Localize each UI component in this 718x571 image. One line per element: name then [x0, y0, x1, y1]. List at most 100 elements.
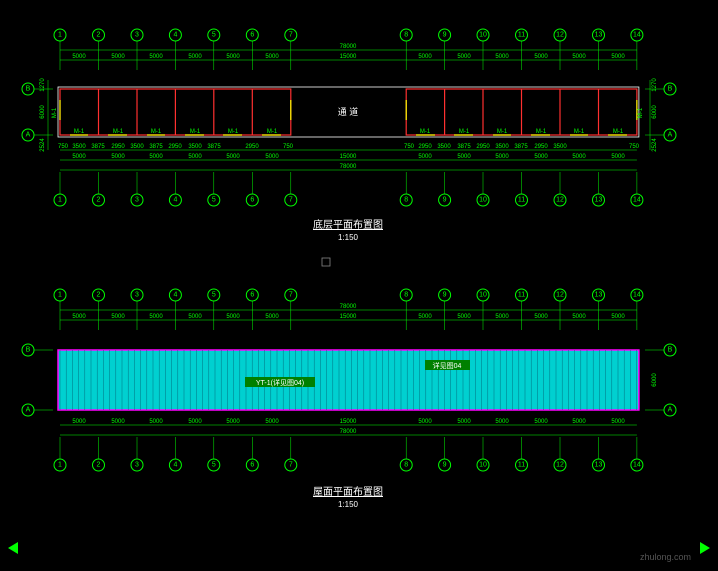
svg-text:78000: 78000: [340, 44, 357, 50]
svg-text:3875: 3875: [514, 144, 528, 150]
svg-text:M-1: M-1: [267, 129, 278, 135]
svg-text:5000: 5000: [611, 314, 625, 320]
arrow-right-icon[interactable]: [700, 542, 710, 554]
svg-text:14: 14: [633, 32, 641, 39]
svg-text:11: 11: [518, 32, 525, 39]
svg-text:2950: 2950: [476, 144, 490, 150]
svg-text:11: 11: [518, 462, 525, 469]
svg-text:B: B: [668, 347, 673, 354]
svg-text:5000: 5000: [457, 419, 471, 425]
svg-text:3500: 3500: [495, 144, 509, 150]
svg-text:6000: 6000: [652, 105, 658, 119]
svg-text:3875: 3875: [149, 144, 163, 150]
svg-text:3500: 3500: [553, 144, 567, 150]
svg-text:6: 6: [250, 32, 254, 39]
passage-label: 通 道: [338, 106, 359, 117]
svg-text:9: 9: [443, 292, 447, 299]
svg-text:M-1: M-1: [113, 129, 124, 135]
svg-text:5000: 5000: [265, 154, 279, 160]
svg-text:3875: 3875: [91, 144, 105, 150]
plan1-title: 底层平面布置图: [313, 218, 383, 231]
plan2-scale: 1:150: [338, 500, 359, 509]
svg-text:5000: 5000: [418, 54, 432, 60]
svg-text:8: 8: [404, 462, 408, 469]
svg-text:6: 6: [250, 197, 254, 204]
svg-text:B: B: [26, 347, 31, 354]
svg-text:M-1: M-1: [190, 129, 201, 135]
svg-text:5000: 5000: [188, 154, 202, 160]
svg-text:78000: 78000: [340, 164, 357, 170]
svg-text:14: 14: [633, 462, 641, 469]
svg-text:10: 10: [479, 292, 487, 299]
svg-text:10: 10: [479, 197, 487, 204]
svg-text:5000: 5000: [72, 154, 86, 160]
svg-text:5000: 5000: [534, 154, 548, 160]
svg-text:3875: 3875: [207, 144, 221, 150]
svg-text:1: 1: [58, 292, 62, 299]
svg-text:A: A: [26, 132, 31, 139]
svg-text:M-1: M-1: [497, 129, 508, 135]
right-rooms: M-1: [406, 89, 644, 135]
svg-text:1: 1: [58, 462, 62, 469]
svg-text:M-1: M-1: [52, 107, 58, 118]
svg-text:2950: 2950: [245, 144, 259, 150]
svg-text:2950: 2950: [111, 144, 125, 150]
svg-text:5000: 5000: [457, 54, 471, 60]
svg-text:9: 9: [443, 32, 447, 39]
svg-text:3500: 3500: [72, 144, 86, 150]
svg-text:5000: 5000: [226, 419, 240, 425]
svg-text:5000: 5000: [226, 314, 240, 320]
svg-text:5000: 5000: [265, 314, 279, 320]
svg-text:5000: 5000: [534, 314, 548, 320]
svg-text:5000: 5000: [72, 314, 86, 320]
svg-text:2950: 2950: [418, 144, 432, 150]
svg-text:M-1: M-1: [74, 129, 85, 135]
svg-text:5000: 5000: [572, 154, 586, 160]
svg-text:5: 5: [212, 197, 216, 204]
door-marks: M-1 M-1 M-1 M-1 M-1 M-1 M-1 M-1 M-1 M-1 …: [70, 129, 627, 135]
grid-bubbles-bottom: 1 2 3 4 5 6 7 8 9 10 11 12 13 14: [54, 172, 643, 206]
svg-text:5000: 5000: [226, 154, 240, 160]
svg-text:3500: 3500: [188, 144, 202, 150]
svg-text:M-1: M-1: [613, 129, 624, 135]
svg-text:9: 9: [443, 197, 447, 204]
svg-text:78000: 78000: [340, 304, 357, 310]
svg-text:5: 5: [212, 462, 216, 469]
svg-text:7: 7: [289, 32, 293, 39]
marker-icon: [322, 258, 330, 266]
svg-text:2950: 2950: [168, 144, 182, 150]
svg-text:3: 3: [135, 462, 139, 469]
svg-text:13: 13: [595, 197, 603, 204]
arrow-left-icon[interactable]: [8, 542, 18, 554]
svg-text:M-1: M-1: [151, 129, 162, 135]
svg-text:6000: 6000: [40, 105, 46, 119]
svg-text:2: 2: [97, 292, 101, 299]
svg-text:750: 750: [58, 144, 69, 150]
svg-text:7: 7: [289, 292, 293, 299]
plan-roof: 1 2 3 4 5 6 7 8 9 10 11 12 13 14 78000 5…: [22, 289, 676, 509]
svg-text:9: 9: [443, 462, 447, 469]
bottom-inner-dims: 750 3500 3875 2950 3500 3875 2950 3500 3…: [58, 144, 640, 150]
svg-text:5000: 5000: [495, 154, 509, 160]
svg-text:5: 5: [212, 292, 216, 299]
svg-text:5000: 5000: [457, 154, 471, 160]
svg-text:2524: 2524: [40, 138, 46, 152]
svg-text:5000: 5000: [188, 314, 202, 320]
watermark: zhulong.com: [640, 552, 691, 562]
roof-panel-area: [58, 350, 639, 410]
svg-text:5000: 5000: [495, 419, 509, 425]
svg-text:10: 10: [479, 462, 487, 469]
svg-text:5000: 5000: [265, 419, 279, 425]
svg-text:5000: 5000: [72, 419, 86, 425]
svg-text:3875: 3875: [457, 144, 471, 150]
svg-text:2524: 2524: [652, 138, 658, 152]
svg-text:7: 7: [289, 462, 293, 469]
svg-text:6: 6: [250, 292, 254, 299]
svg-text:5000: 5000: [495, 314, 509, 320]
svg-text:M-1: M-1: [536, 129, 547, 135]
svg-text:12: 12: [556, 197, 564, 204]
svg-text:M-1: M-1: [420, 129, 431, 135]
svg-text:8: 8: [404, 292, 408, 299]
svg-text:8: 8: [404, 32, 408, 39]
svg-text:5: 5: [212, 32, 216, 39]
